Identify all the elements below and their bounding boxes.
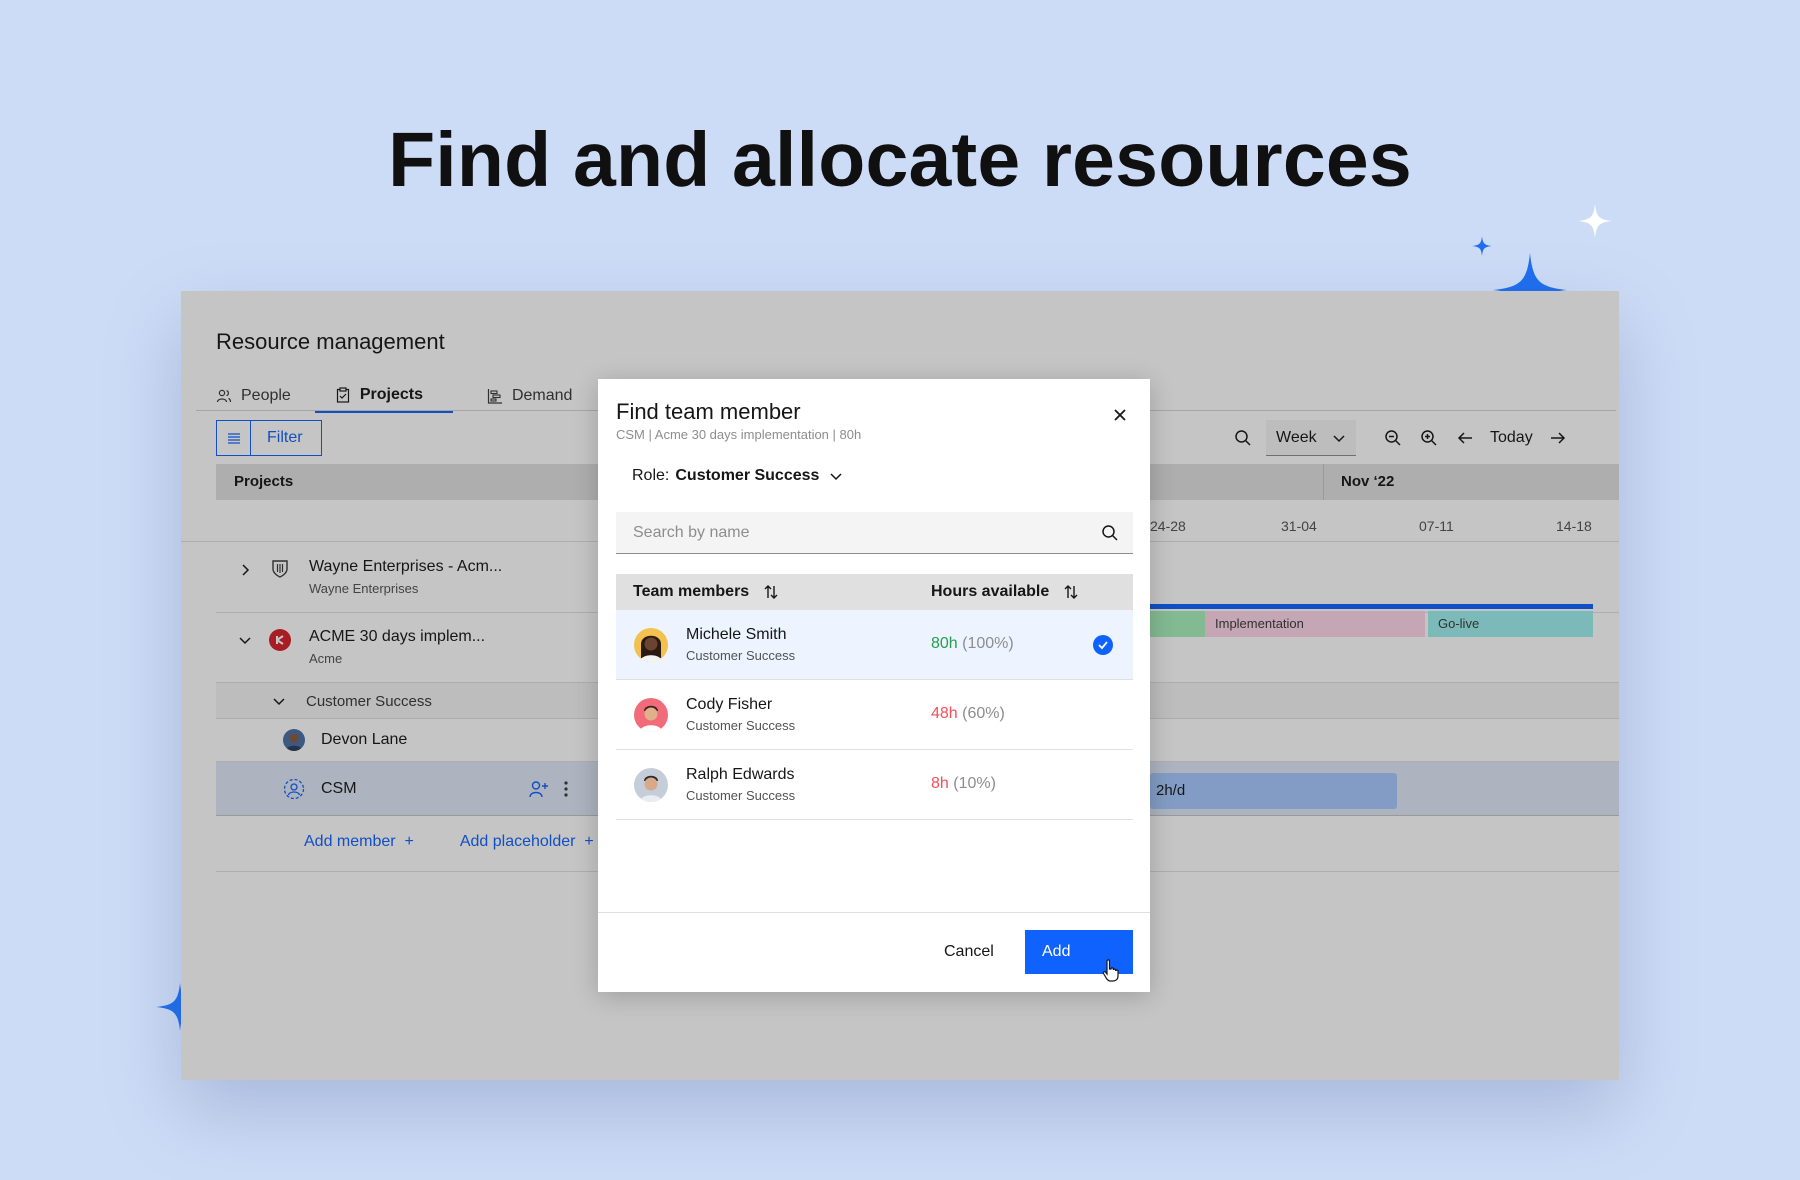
member-role: Customer Success bbox=[686, 718, 796, 733]
role-value: Customer Success bbox=[675, 467, 820, 484]
hours-value: 80h bbox=[931, 635, 958, 652]
close-button[interactable] bbox=[1108, 403, 1132, 427]
search-icon bbox=[1102, 525, 1118, 541]
hand-cursor-icon bbox=[1102, 959, 1119, 982]
hours-percent: (60%) bbox=[962, 705, 1005, 722]
sort-team-members[interactable]: Team members bbox=[633, 583, 779, 601]
member-role: Customer Success bbox=[686, 788, 796, 803]
cancel-button[interactable]: Cancel bbox=[928, 930, 1010, 974]
dialog-title: Find team member bbox=[616, 399, 801, 424]
member-name: Michele Smith bbox=[686, 626, 787, 643]
table-row[interactable]: Ralph Edwards Customer Success 8h (10%) bbox=[616, 750, 1133, 820]
avatar bbox=[634, 628, 668, 662]
hours-available: 48h (60%) bbox=[931, 705, 1005, 723]
table-row[interactable]: Michele Smith Customer Success 80h (100%… bbox=[616, 610, 1133, 680]
find-team-member-dialog: Find team member CSM | Acme 30 days impl… bbox=[598, 379, 1150, 992]
sparkle-icon bbox=[1472, 236, 1492, 256]
chevron-down-icon bbox=[830, 473, 842, 481]
avatar bbox=[634, 768, 668, 802]
member-name: Cody Fisher bbox=[686, 696, 773, 713]
hours-value: 48h bbox=[931, 705, 958, 722]
sort-icon bbox=[764, 585, 778, 599]
hours-available: 8h (10%) bbox=[931, 775, 996, 793]
sparkle-icon bbox=[1578, 204, 1612, 238]
role-dropdown[interactable]: Role: Customer Success bbox=[632, 467, 843, 485]
member-role: Customer Success bbox=[686, 648, 796, 663]
dialog-subtitle: CSM | Acme 30 days implementation | 80h bbox=[616, 427, 862, 442]
page-headline: Find and allocate resources bbox=[388, 117, 1412, 203]
hours-available: 80h (100%) bbox=[931, 635, 1014, 653]
column-header: Team members bbox=[633, 583, 750, 600]
sort-icon bbox=[1064, 585, 1078, 599]
hours-value: 8h bbox=[931, 775, 949, 792]
search-input[interactable] bbox=[616, 512, 1133, 553]
role-prefix: Role: bbox=[632, 467, 670, 484]
hours-percent: (10%) bbox=[953, 775, 996, 792]
table-row[interactable]: Cody Fisher Customer Success 48h (60%) bbox=[616, 680, 1133, 750]
table-header: Team members Hours available bbox=[616, 574, 1133, 610]
sort-hours-available[interactable]: Hours available bbox=[931, 583, 1079, 601]
hours-percent: (100%) bbox=[962, 635, 1014, 652]
member-name: Ralph Edwards bbox=[686, 766, 795, 783]
close-icon bbox=[1114, 409, 1126, 421]
avatar bbox=[634, 698, 668, 732]
column-header: Hours available bbox=[931, 583, 1050, 600]
footer-divider bbox=[598, 912, 1150, 913]
selected-check-icon[interactable] bbox=[1093, 635, 1113, 655]
search-field bbox=[616, 512, 1133, 554]
